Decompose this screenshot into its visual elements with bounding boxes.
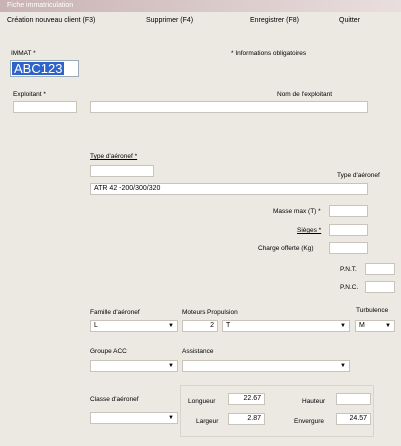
- famille-select[interactable]: L ▼: [90, 320, 178, 332]
- form-panel: IMMAT * * Informations obligatoires ABC1…: [0, 40, 401, 446]
- immat-input[interactable]: ABC123: [10, 60, 79, 77]
- propulsion-label: Propulsion: [207, 309, 238, 316]
- chevron-down-icon: ▼: [340, 363, 346, 369]
- exploitant-label: Exploitant *: [13, 91, 46, 98]
- pnc-label: P.N.C.: [340, 284, 359, 291]
- immat-value: ABC123: [12, 61, 65, 76]
- type-aeronef-right-label: Type d'aéronef: [337, 172, 380, 179]
- envergure-label: Envergure: [294, 418, 324, 425]
- menu-save[interactable]: Enregistrer (F8): [250, 16, 299, 26]
- groupe-acc-select[interactable]: ▼: [90, 360, 178, 372]
- masse-max-input[interactable]: [329, 205, 368, 217]
- propulsion-value: T: [226, 322, 231, 329]
- classe-aeronef-select[interactable]: ▼: [90, 412, 178, 424]
- chevron-down-icon: ▼: [168, 323, 174, 329]
- sieges-input[interactable]: [329, 224, 368, 236]
- turbulence-label: Turbulence: [356, 307, 389, 314]
- menu-quit[interactable]: Quitter: [339, 16, 360, 26]
- charge-offerte-label: Charge offerte (Kg): [258, 245, 314, 252]
- immat-label: IMMAT *: [11, 50, 36, 57]
- hauteur-label: Hauteur: [302, 398, 326, 405]
- moteurs-input[interactable]: 2: [182, 320, 218, 332]
- hauteur-input[interactable]: [336, 393, 371, 405]
- turbulence-select[interactable]: M ▼: [355, 320, 395, 332]
- assistance-select[interactable]: ▼: [182, 360, 350, 372]
- mandatory-note: * Informations obligatoires: [231, 50, 307, 57]
- chevron-down-icon: ▼: [168, 363, 174, 369]
- chevron-down-icon: ▼: [385, 323, 391, 329]
- longueur-label: Longueur: [188, 398, 216, 405]
- nom-exploitant-label: Nom de l'exploitant: [277, 91, 333, 98]
- largeur-label: Largeur: [196, 418, 219, 425]
- longueur-input[interactable]: 22.67: [228, 393, 265, 405]
- famille-aeronef-label: Famille d'aéronef: [90, 309, 140, 316]
- nom-exploitant-input[interactable]: [90, 101, 368, 113]
- envergure-input[interactable]: 24.57: [336, 413, 371, 425]
- moteurs-label: Moteurs: [182, 309, 206, 316]
- type-code-input[interactable]: [90, 165, 154, 177]
- propulsion-select[interactable]: T ▼: [222, 320, 350, 332]
- charge-offerte-input[interactable]: [329, 242, 368, 254]
- pnt-label: P.N.T.: [340, 266, 357, 273]
- chevron-down-icon: ▼: [168, 415, 174, 421]
- sieges-label: Sièges *: [297, 227, 322, 234]
- turbulence-value: M: [359, 322, 365, 329]
- chevron-down-icon: ▼: [340, 323, 346, 329]
- masse-max-label: Masse max (T) *: [273, 208, 321, 215]
- type-aeronef-label: Type d'aéronef *: [90, 153, 138, 160]
- assistance-label: Assistance: [182, 348, 214, 355]
- menu-delete[interactable]: Supprimer (F4): [146, 16, 193, 26]
- type-description-input[interactable]: ATR 42 -200/300/320: [90, 183, 368, 195]
- famille-value: L: [94, 322, 98, 329]
- menu-bar: Création nouveau client (F3) Supprimer (…: [0, 12, 401, 40]
- largeur-input[interactable]: 2.87: [228, 413, 265, 425]
- menu-new-client[interactable]: Création nouveau client (F3): [7, 16, 95, 26]
- pnc-input[interactable]: [365, 281, 395, 293]
- classe-aeronef-label: Classe d'aéronef: [90, 396, 139, 403]
- groupe-acc-label: Groupe ACC: [90, 348, 127, 355]
- pnt-input[interactable]: [365, 263, 395, 275]
- exploitant-input[interactable]: [13, 101, 77, 113]
- window-title: Fiche immatriculation: [0, 0, 401, 12]
